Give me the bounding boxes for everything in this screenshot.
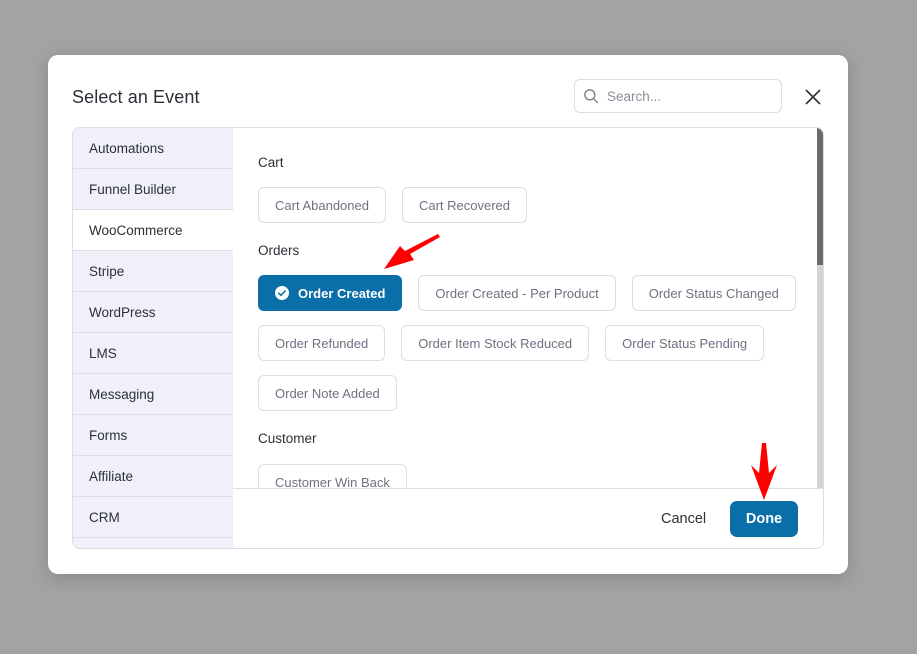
event-list: Cart Cart Abandoned Cart Recovered Order… [233,128,817,488]
sidebar-item-messaging[interactable]: Messaging [73,374,233,415]
sidebar-item-lms[interactable]: LMS [73,333,233,374]
sidebar-item-stripe[interactable]: Stripe [73,251,233,292]
event-label: Customer Win Back [275,474,390,489]
search-field[interactable] [574,79,782,113]
sidebar-item-forms[interactable]: Forms [73,415,233,456]
search-input[interactable] [605,87,779,105]
event-label: Order Note Added [275,385,380,401]
event-label: Order Created [298,285,386,301]
event-order-note-added[interactable]: Order Note Added [258,375,397,411]
sidebar-item-label: LMS [89,345,117,361]
sidebar-item-label: Automations [89,140,165,156]
search-icon [584,89,599,104]
event-order-status-changed[interactable]: Order Status Changed [631,275,796,311]
sidebar-item-label: Funnel Builder [89,181,177,197]
event-label: Order Refunded [275,335,369,351]
sidebar-item-label: CRM [89,509,120,525]
event-label: Cart Abandoned [275,197,369,213]
dialog-footer: Cancel Done [233,488,823,548]
event-panel: Automations Funnel Builder WooCommerce S… [72,127,824,549]
category-sidebar: Automations Funnel Builder WooCommerce S… [73,128,233,548]
group-label: Orders [258,243,300,258]
event-cart-abandoned[interactable]: Cart Abandoned [258,187,386,223]
select-event-dialog: Select an Event Automations Funnel Build… [48,55,848,574]
event-label: Order Item Stock Reduced [418,335,573,351]
event-cart-recovered[interactable]: Cart Recovered [401,187,528,223]
sidebar-item-funnel-builder[interactable]: Funnel Builder [73,169,233,210]
event-order-status-pending[interactable]: Order Status Pending [605,325,765,361]
scrollbar-thumb[interactable] [817,128,823,265]
event-label: Order Status Pending [622,335,748,351]
event-order-created[interactable]: Order Created [258,275,403,311]
sidebar-item-label: Messaging [89,386,155,402]
sidebar-item-affiliate[interactable]: Affiliate [73,456,233,497]
event-customer-win-back[interactable]: Customer Win Back [258,464,407,488]
sidebar-item-crm[interactable]: CRM [73,497,233,538]
sidebar-item-label: WordPress [89,304,156,320]
event-order-refunded[interactable]: Order Refunded [258,325,386,361]
event-label: Order Created - Per Product [435,285,599,301]
group-label: Customer [258,431,317,446]
done-button[interactable]: Done [730,501,798,537]
event-group-orders: Orders Order Created Order Created - Per… [258,243,798,411]
event-label: Cart Recovered [418,197,511,213]
dialog-title: Select an Event [72,87,200,107]
content-scrollbar[interactable] [817,128,823,488]
sidebar-item-label: Stripe [89,263,125,279]
close-icon[interactable] [804,88,822,106]
event-label: Order Status Changed [648,285,779,301]
sidebar-item-woocommerce[interactable]: WooCommerce [73,210,233,251]
event-group-cart: Cart Cart Abandoned Cart Recovered [258,155,798,223]
sidebar-item-automations[interactable]: Automations [73,128,233,169]
sidebar-item-label: Forms [89,427,128,443]
cancel-button[interactable]: Cancel [661,511,706,527]
event-group-customer: Customer Customer Win Back [258,431,798,488]
sidebar-item-wordpress[interactable]: WordPress [73,292,233,333]
group-label: Cart [258,155,284,170]
check-circle-icon [275,286,289,300]
event-order-created-per-product[interactable]: Order Created - Per Product [418,275,616,311]
event-order-item-stock-reduced[interactable]: Order Item Stock Reduced [401,325,590,361]
sidebar-item-label: WooCommerce [89,222,183,238]
sidebar-item-label: Affiliate [89,468,134,484]
